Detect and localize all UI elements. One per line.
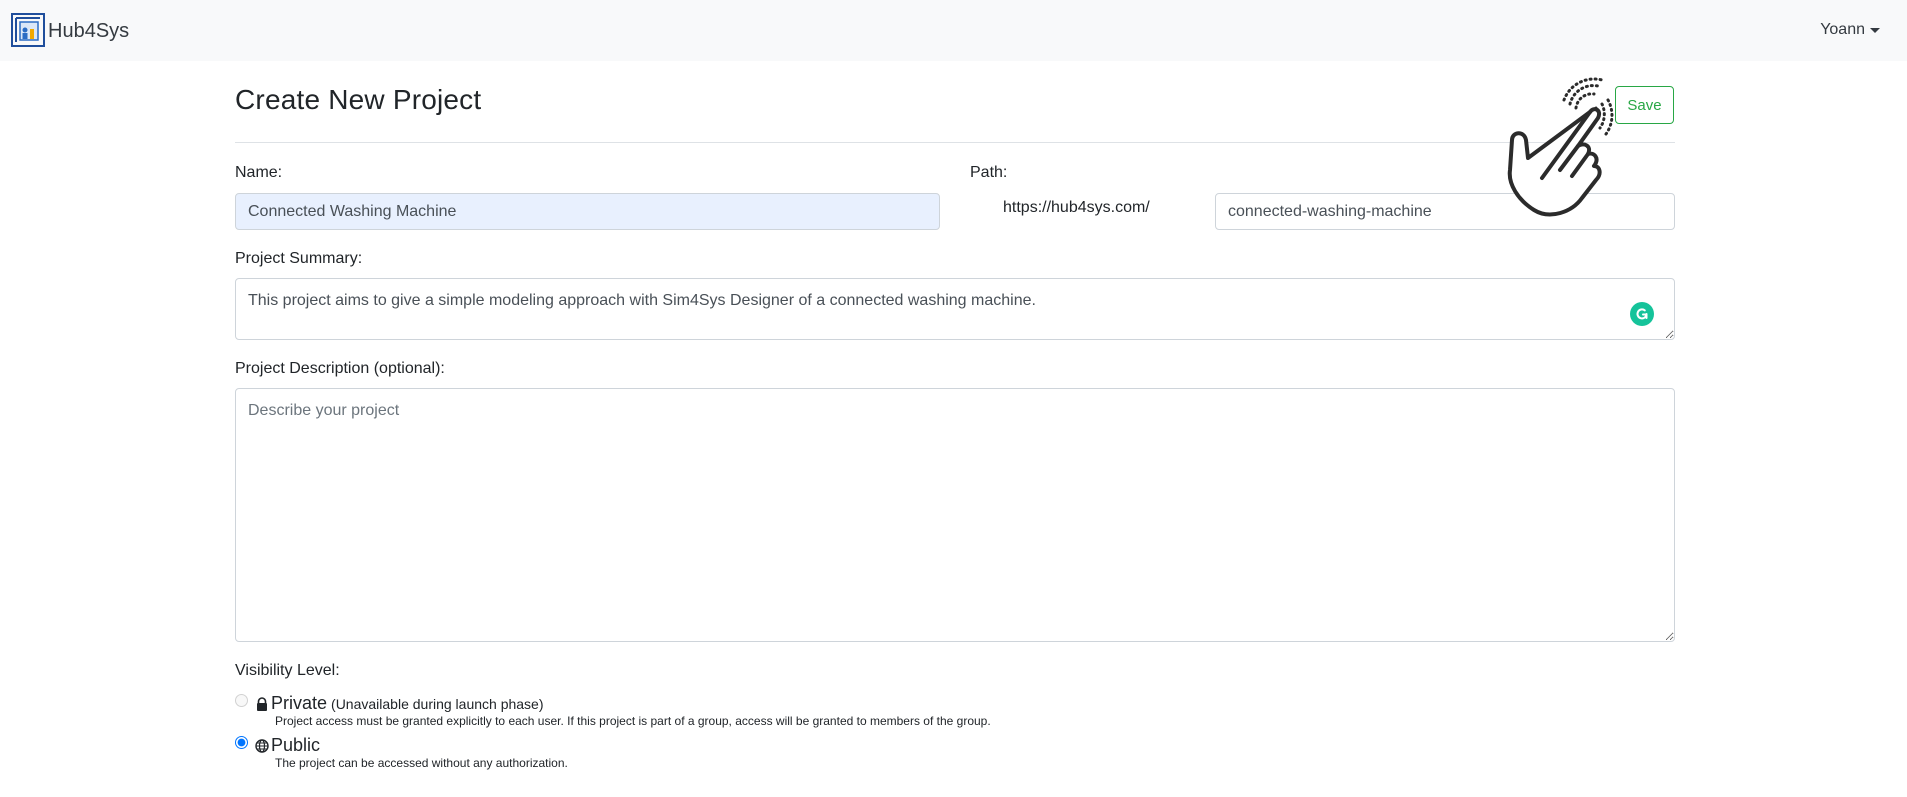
project-name-input[interactable]: [235, 193, 940, 230]
path-prefix: https://hub4sys.com/: [1003, 199, 1150, 216]
save-button[interactable]: Save: [1615, 86, 1674, 124]
project-path-input[interactable]: [1215, 193, 1675, 230]
grammarly-icon[interactable]: [1630, 302, 1654, 326]
path-label: Path:: [970, 164, 1008, 181]
globe-icon: [255, 738, 269, 753]
visibility-level-label: Visibility Level:: [235, 662, 340, 679]
project-summary-textarea[interactable]: This project aims to give a simple model…: [235, 278, 1675, 340]
hub4sys-logo-icon: [11, 13, 45, 47]
user-name: Yoann: [1820, 21, 1865, 38]
navbar: Hub4Sys Yoann: [0, 0, 1907, 61]
private-option-note: (Unavailable during launch phase): [331, 695, 544, 712]
brand-name: Hub4Sys: [48, 19, 130, 42]
public-radio[interactable]: [235, 736, 248, 749]
public-option-description: The project can be accessed without any …: [275, 756, 568, 770]
caret-down-icon: [1870, 27, 1880, 33]
project-summary-label: Project Summary:: [235, 250, 363, 267]
project-description-textarea[interactable]: [235, 388, 1675, 642]
refresh-icon: [1636, 308, 1648, 320]
header-divider: [235, 142, 1675, 143]
lock-icon: [257, 696, 267, 711]
private-option-label: Private: [271, 693, 328, 713]
project-description-label: Project Description (optional):: [235, 360, 445, 377]
private-radio[interactable]: [235, 694, 248, 707]
private-option-description: Project access must be granted explicitl…: [275, 714, 991, 728]
name-label: Name:: [235, 164, 283, 181]
page-title: Create New Project: [235, 84, 482, 115]
user-menu-dropdown[interactable]: Yoann: [1820, 21, 1880, 39]
public-option-title: Public: [255, 735, 320, 756]
brand-link[interactable]: Hub4Sys: [10, 12, 129, 48]
private-option-title: Private (Unavailable during launch phase…: [255, 693, 544, 714]
public-option-label: Public: [271, 735, 321, 755]
